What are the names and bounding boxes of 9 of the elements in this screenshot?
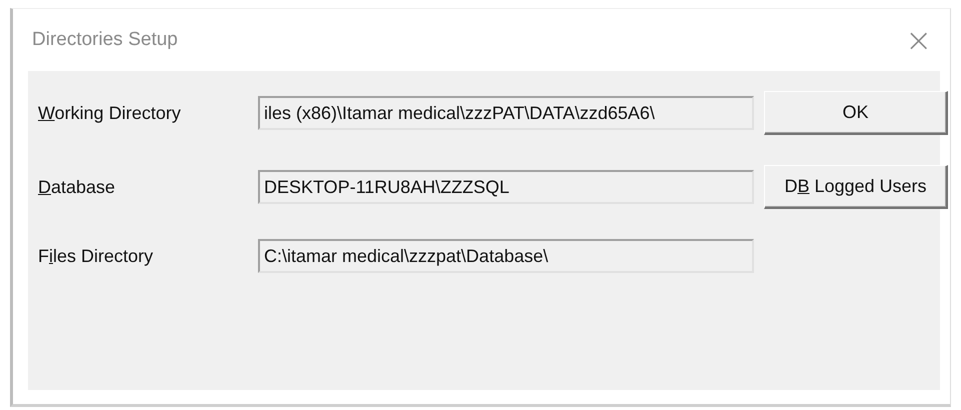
field-label: Files Directory — [38, 246, 154, 266]
field-label: Working Directory — [38, 102, 182, 124]
dialog-button[interactable]: OK — [764, 91, 948, 135]
dialog-button[interactable]: DB Logged Users — [764, 165, 948, 209]
field-label: Database — [38, 176, 116, 198]
input-field[interactable]: C:\itamar medical\zzzpat\Database\ — [258, 239, 754, 273]
input-field[interactable]: DESKTOP-11RU8AH\ZZZSQL — [258, 170, 754, 204]
input-field[interactable]: iles (x86)\Itamar medical\zzzPAT\DATA\zzd65A6\ — [258, 96, 754, 130]
window-title: Directories Setup — [32, 29, 178, 51]
